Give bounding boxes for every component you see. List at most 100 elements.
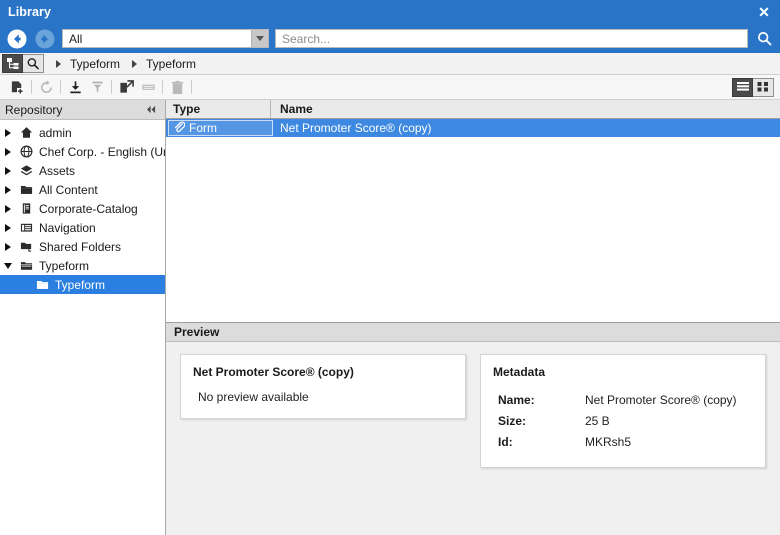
globe-icon — [16, 145, 36, 158]
metadata-key: Size: — [498, 414, 527, 428]
list-view-icon[interactable] — [732, 77, 753, 97]
shared-folder-icon — [16, 240, 36, 253]
delete-button — [166, 76, 188, 98]
breadcrumb-item-0[interactable]: Typeform — [70, 57, 120, 71]
column-header-type[interactable]: Type — [166, 100, 271, 118]
assets-layers-icon — [16, 164, 36, 177]
expand-arrow-icon[interactable] — [0, 147, 16, 156]
window-title: Library — [8, 5, 52, 19]
metadata-key: Id: — [498, 435, 513, 449]
expand-arrow-icon[interactable] — [0, 185, 16, 194]
sidebar-item-label: All Content — [39, 182, 98, 197]
toolbar-divider — [191, 80, 192, 94]
sidebar-item-chef-corp[interactable]: Chef Corp. - English (United — [0, 142, 165, 161]
main-body: Repository admin Chef Corp. - English (U… — [0, 100, 780, 518]
metadata-row: Id: MKRsh5 — [493, 432, 753, 453]
status-bar-left — [0, 518, 166, 535]
search-input[interactable] — [275, 29, 748, 48]
search-bar: All — [0, 24, 780, 53]
navigation-list-icon — [16, 221, 36, 234]
action-toolbar — [0, 75, 780, 100]
expand-arrow-icon[interactable] — [0, 242, 16, 251]
expand-arrow-icon[interactable] — [0, 204, 16, 213]
title-bar: Library ✕ — [0, 0, 780, 24]
preview-card: Net Promoter Score® (copy) No preview av… — [180, 354, 466, 419]
search-panel-icon[interactable] — [23, 54, 44, 73]
sidebar-item-corporate-catalog[interactable]: Corporate-Catalog — [0, 199, 165, 218]
close-icon[interactable]: ✕ — [755, 3, 773, 21]
sidebar-item-label: Navigation — [39, 220, 96, 235]
preview-header: Preview — [166, 323, 780, 342]
chevron-down-icon[interactable] — [251, 30, 268, 47]
scope-filter-value: All — [63, 30, 251, 47]
sidebar-item-label: Typeform — [55, 277, 106, 292]
scope-filter-dropdown[interactable]: All — [62, 29, 269, 48]
sidebar-item-label: Corporate-Catalog — [39, 201, 138, 216]
cell-name: Net Promoter Score® (copy) — [280, 121, 432, 135]
column-header-name[interactable]: Name — [271, 100, 780, 118]
sidebar-item-label: Assets — [39, 163, 76, 178]
metadata-row: Size: 25 B — [493, 411, 753, 432]
expand-arrow-icon[interactable] — [0, 223, 16, 232]
sidebar-item-admin[interactable]: admin — [0, 123, 165, 142]
file-list-body: Form Net Promoter Score® (copy) — [166, 119, 780, 322]
sidebar-item-all-content[interactable]: All Content — [0, 180, 165, 199]
search-icon[interactable] — [754, 28, 774, 50]
sidebar-header: Repository — [0, 100, 165, 120]
metadata-value: 25 B — [585, 414, 610, 428]
sidebar-item-typeform-child[interactable]: Typeform — [0, 275, 165, 294]
cell-type: Form — [168, 120, 273, 136]
breadcrumb-separator-icon — [56, 59, 61, 68]
sidebar-item-shared-folders[interactable]: Shared Folders — [0, 237, 165, 256]
panel-mode-toggle — [2, 54, 44, 73]
metadata-row: Name: Net Promoter Score® (copy) — [493, 390, 753, 411]
home-icon — [16, 126, 36, 139]
file-list-header: Type Name — [166, 100, 780, 119]
metadata-value: Net Promoter Score® (copy) — [585, 393, 737, 407]
expand-arrow-icon[interactable] — [0, 166, 16, 175]
status-bar — [0, 518, 780, 535]
breadcrumb-bar: Typeform Typeform — [0, 53, 780, 75]
download-button[interactable] — [64, 76, 86, 98]
folder-icon — [32, 278, 52, 291]
upload-button — [86, 76, 108, 98]
expand-arrow-icon[interactable] — [0, 128, 16, 137]
collapse-arrow-icon[interactable] — [0, 262, 16, 269]
collapse-left-icon[interactable] — [146, 105, 160, 114]
sidebar-title: Repository — [5, 102, 63, 117]
library-window: Library ✕ All Search... Typeform Typefor… — [0, 0, 780, 535]
catalog-book-icon — [16, 202, 36, 215]
back-arrow-icon[interactable] — [6, 28, 28, 50]
sidebar-item-label: Shared Folders — [39, 239, 122, 254]
sidebar-item-label: Typeform — [39, 258, 90, 273]
refresh-button — [35, 76, 57, 98]
form-attachment-icon — [173, 120, 186, 136]
content-pane: Type Name Form Net Promoter Score® (copy… — [166, 100, 780, 518]
breadcrumb-separator-icon — [132, 59, 138, 68]
new-document-button[interactable] — [6, 76, 28, 98]
folder-icon — [16, 183, 36, 196]
preview-body: Net Promoter Score® (copy) No preview av… — [166, 342, 780, 518]
rename-button — [137, 76, 159, 98]
metadata-card-title: Metadata — [493, 365, 546, 379]
tree-view-icon[interactable] — [2, 54, 23, 73]
sidebar-item-label: Chef Corp. - English (United — [39, 144, 165, 159]
table-row[interactable]: Form Net Promoter Score® (copy) — [166, 119, 780, 137]
open-external-button[interactable] — [115, 76, 137, 98]
repository-sidebar: Repository admin Chef Corp. - English (U… — [0, 100, 166, 518]
forward-arrow-icon[interactable] — [34, 28, 56, 50]
grid-view-icon[interactable] — [753, 77, 774, 97]
cell-type-label: Form — [189, 121, 217, 135]
sidebar-item-assets[interactable]: Assets — [0, 161, 165, 180]
sidebar-item-typeform[interactable]: Typeform — [0, 256, 165, 275]
preview-card-title: Net Promoter Score® (copy) — [193, 365, 354, 379]
toolbar-divider — [31, 80, 32, 94]
toolbar-divider — [60, 80, 61, 94]
repository-tree: admin Chef Corp. - English (United — [0, 120, 165, 518]
breadcrumb-item-1[interactable]: Typeform — [146, 57, 196, 71]
toolbar-divider — [162, 80, 163, 94]
view-mode-toggle — [732, 77, 780, 97]
sidebar-item-label: admin — [39, 125, 72, 140]
preview-card-message: No preview available — [198, 390, 309, 404]
sidebar-item-navigation[interactable]: Navigation — [0, 218, 165, 237]
